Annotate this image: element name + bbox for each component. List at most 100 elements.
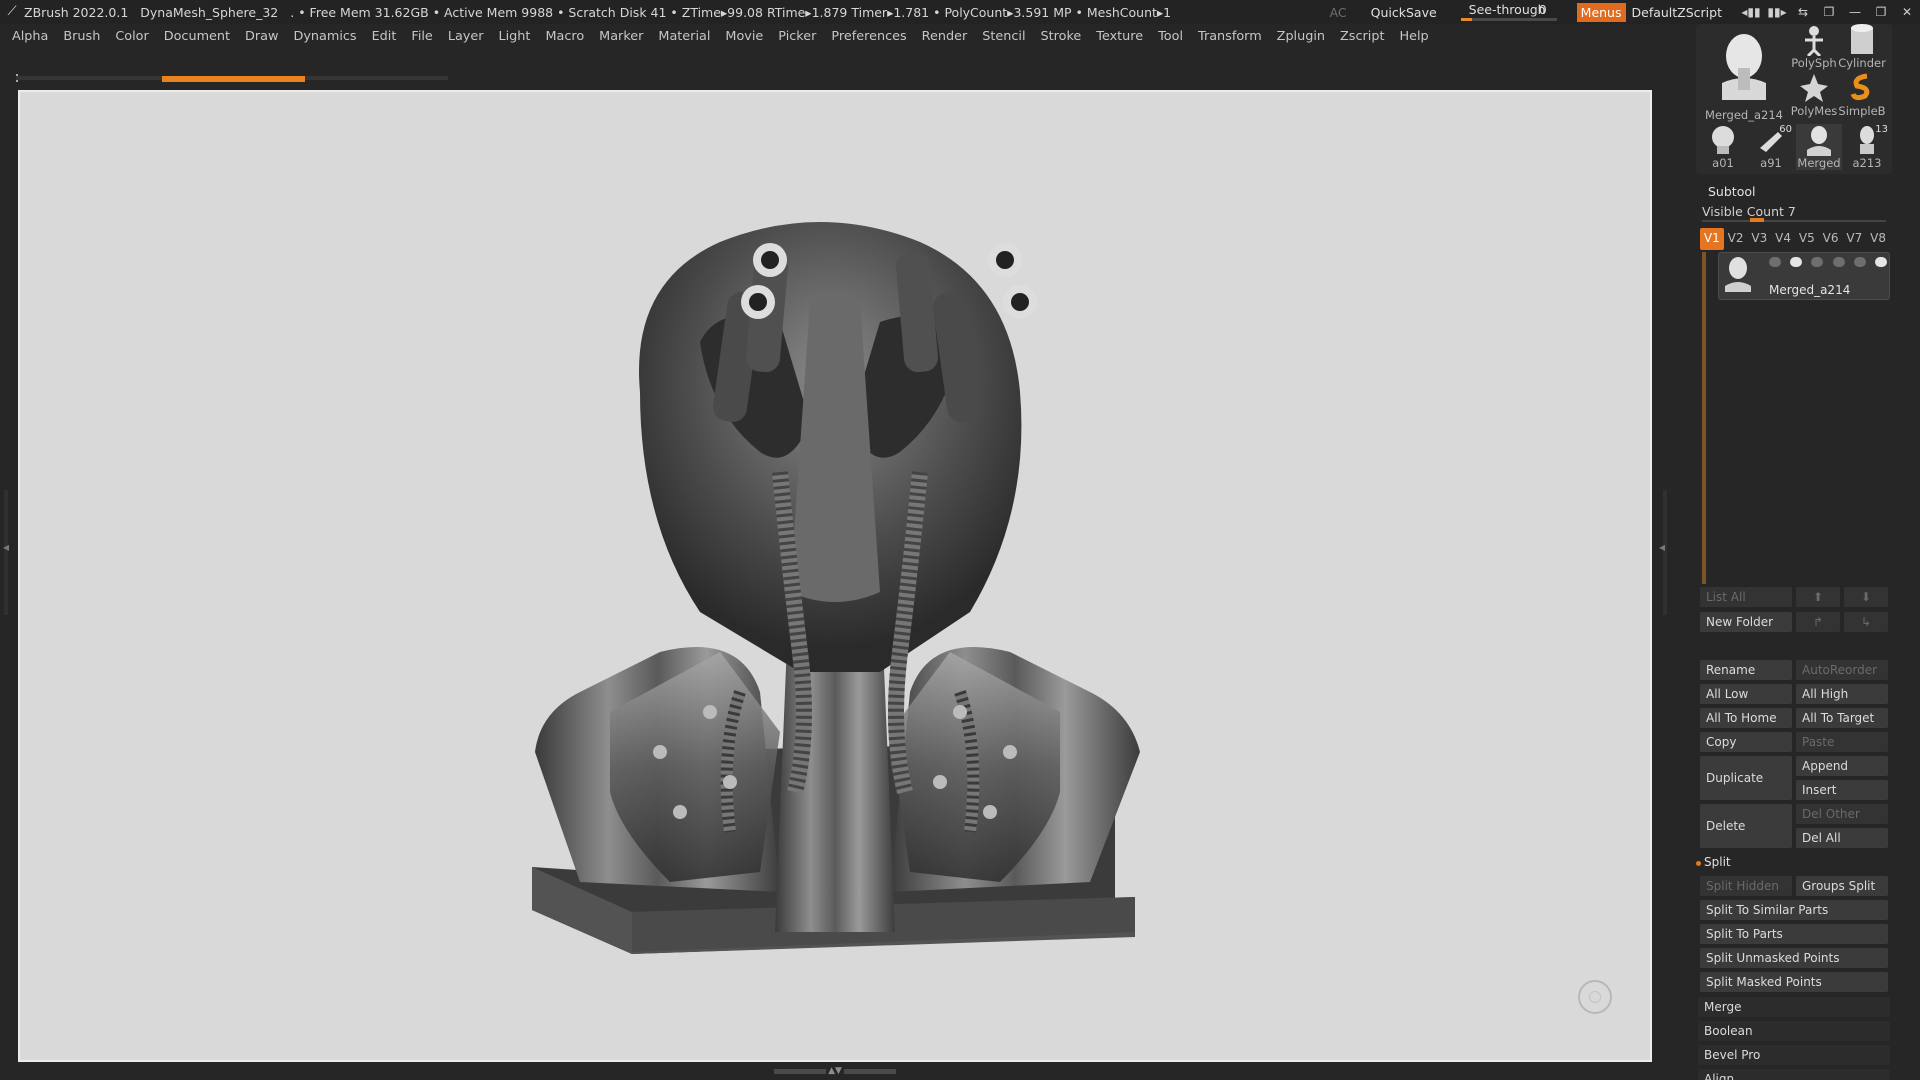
collapse-right-tray-icon[interactable]: ◂ [1659,540,1665,554]
del-all-button[interactable]: Del All [1796,828,1888,848]
mrgb-icon[interactable] [1811,257,1824,267]
rename-button[interactable]: Rename [1700,660,1792,680]
menu-brush[interactable]: Brush [63,29,100,44]
sculpt-model[interactable] [20,92,1652,1062]
menu-material[interactable]: Material [658,29,710,44]
subtool-list-scrollbar[interactable] [1702,252,1706,584]
menu-render[interactable]: Render [922,29,968,44]
close-icon[interactable]: ✕ [1894,5,1920,19]
menus-toggle-button[interactable]: Menus [1576,2,1626,22]
vtab-v4[interactable]: V4 [1771,228,1795,250]
merge-section-header[interactable]: Merge [1698,997,1890,1017]
split-to-similar-parts-button[interactable]: Split To Similar Parts [1700,900,1888,920]
menu-edit[interactable]: Edit [372,29,397,44]
pin-icon[interactable] [1853,257,1866,267]
menu-alpha[interactable]: Alpha [12,29,48,44]
list-all-button[interactable]: List All [1700,587,1792,607]
move-up-icon[interactable]: ⬆ [1796,587,1840,607]
menu-preferences[interactable]: Preferences [831,29,906,44]
eye-visibility-icon[interactable] [1874,257,1887,267]
tool-polymesh[interactable]: PolyMes [1790,72,1838,118]
vtab-v8[interactable]: V8 [1866,228,1890,250]
split-section-header[interactable]: Split [1704,855,1731,869]
all-high-button[interactable]: All High [1796,684,1888,704]
zbrush-logo-icon[interactable]: ⟋ [4,4,20,20]
vtab-v6[interactable]: V6 [1819,228,1843,250]
move-into-folder-icon[interactable]: ↱ [1796,612,1840,632]
layout-prev-icon[interactable]: ◂▮▮ [1738,5,1764,19]
autosave-indicator[interactable]: AC [1330,5,1347,20]
groups-split-button[interactable]: Groups Split [1796,876,1888,896]
menu-transform[interactable]: Transform [1198,29,1262,44]
menu-stencil[interactable]: Stencil [982,29,1025,44]
menu-movie[interactable]: Movie [725,29,763,44]
all-to-target-button[interactable]: All To Target [1796,708,1888,728]
layout-next-icon[interactable]: ▮▮▸ [1764,5,1790,19]
minimize-icon[interactable]: — [1842,5,1868,19]
menu-picker[interactable]: Picker [778,29,816,44]
restore-icon[interactable]: ❐ [1868,5,1894,19]
tool-simplebrush[interactable]: SimpleB [1838,72,1886,118]
split-masked-points-button[interactable]: Split Masked Points [1700,972,1888,992]
visible-count-slider[interactable]: Visible Count 7 [1702,204,1796,219]
dynamic-icon[interactable] [1832,257,1845,267]
menu-stroke[interactable]: Stroke [1041,29,1082,44]
see-through-track[interactable] [1460,18,1557,21]
tool-cylinder[interactable]: Cylinder [1838,24,1886,70]
visible-count-track[interactable] [1702,218,1886,222]
expand-left-tray-icon[interactable]: ◂ [3,540,9,554]
swap-panels-icon[interactable]: ⇆ [1790,5,1816,19]
expand-bottom-tray-icon[interactable]: ▲▼ [828,1066,842,1076]
vtab-v7[interactable]: V7 [1843,228,1867,250]
tool-polysphere[interactable]: PolySph [1790,24,1838,70]
menu-tool[interactable]: Tool [1158,29,1183,44]
move-out-folder-icon[interactable]: ↳ [1844,612,1888,632]
new-folder-button[interactable]: New Folder [1700,612,1792,632]
folder-icon[interactable] [1769,257,1781,267]
tool-a01[interactable]: a01 [1700,124,1746,170]
menu-dynamics[interactable]: Dynamics [293,29,356,44]
current-tool-merged[interactable]: Merged_a214 [1700,28,1788,124]
delete-button[interactable]: Delete [1700,804,1792,848]
duplicate-button[interactable]: Duplicate [1700,756,1792,800]
subtool-title[interactable]: Subtool [1708,184,1755,199]
polypaint-icon[interactable] [1790,257,1803,267]
vtab-v2[interactable]: V2 [1724,228,1748,250]
menu-file[interactable]: File [411,29,432,44]
bevel-pro-section-header[interactable]: Bevel Pro [1698,1045,1890,1065]
document-canvas[interactable] [18,90,1652,1062]
vtab-v1[interactable]: V1 [1700,228,1724,250]
tool-a213[interactable]: 13 a213 [1844,124,1890,170]
copy-button[interactable]: Copy [1700,732,1792,752]
subtool-item[interactable]: Merged_a214 [1718,252,1890,300]
floating-window-icon[interactable]: ❐ [1816,5,1842,19]
append-button[interactable]: Append [1796,756,1888,776]
all-to-home-button[interactable]: All To Home [1700,708,1792,728]
menu-zplugin[interactable]: Zplugin [1277,29,1325,44]
subtool-scroll-thumb[interactable] [1702,252,1706,584]
autoreorder-button[interactable]: AutoReorder [1796,660,1888,680]
split-to-parts-button[interactable]: Split To Parts [1700,924,1888,944]
vtab-v3[interactable]: V3 [1748,228,1772,250]
navigation-gizmo-icon[interactable] [1578,980,1612,1014]
tool-merged[interactable]: Merged [1796,124,1842,170]
split-hidden-button[interactable]: Split Hidden [1700,876,1792,896]
menu-zscript[interactable]: Zscript [1340,29,1384,44]
move-down-icon[interactable]: ⬇ [1844,587,1888,607]
default-zscript-button[interactable]: DefaultZScript [1632,5,1723,20]
tool-a91[interactable]: 60 a91 [1748,124,1794,170]
menu-layer[interactable]: Layer [448,29,484,44]
split-unmasked-points-button[interactable]: Split Unmasked Points [1700,948,1888,968]
insert-button[interactable]: Insert [1796,780,1888,800]
menu-color[interactable]: Color [115,29,148,44]
paste-button[interactable]: Paste [1796,732,1888,752]
menu-marker[interactable]: Marker [599,29,643,44]
align-section-header[interactable]: Align [1698,1069,1890,1080]
all-low-button[interactable]: All Low [1700,684,1792,704]
menu-macro[interactable]: Macro [545,29,584,44]
bottom-tray-handle[interactable]: ▲▼ [770,1066,900,1076]
see-through-slider[interactable]: See-through 0 [1460,1,1557,23]
menu-help[interactable]: Help [1399,29,1428,44]
quicksave-button[interactable]: QuickSave [1371,5,1437,20]
menu-document[interactable]: Document [164,29,230,44]
